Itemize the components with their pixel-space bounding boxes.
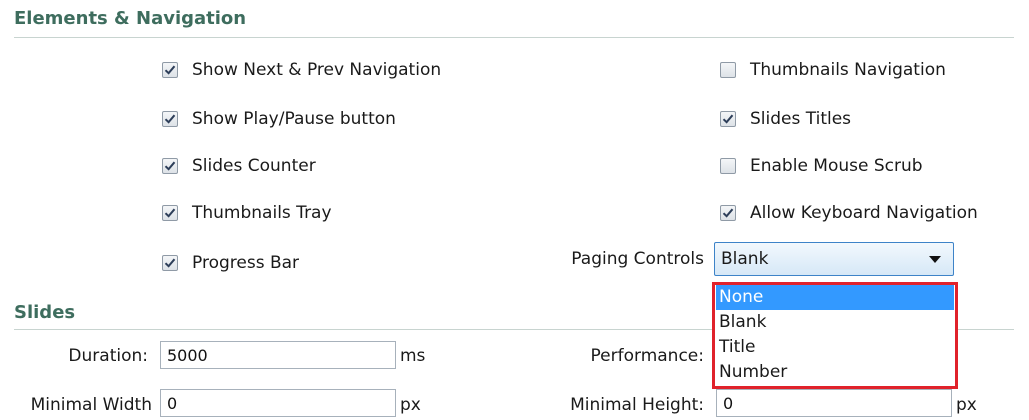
paging-controls-label: Paging Controls (571, 249, 704, 269)
slides-titles-option[interactable]: Slides Titles (720, 109, 851, 129)
checkmark-icon (164, 258, 176, 268)
checkbox[interactable] (162, 255, 178, 271)
minimal-height-label: Minimal Height: (570, 395, 704, 415)
performance-label: Performance: (590, 346, 704, 366)
show-next-prev-option[interactable]: Show Next & Prev Navigation (162, 60, 441, 80)
checkmark-icon (164, 114, 176, 124)
checkbox-label: Enable Mouse Scrub (750, 156, 923, 176)
checkbox-label: Allow Keyboard Navigation (750, 203, 978, 223)
paging-controls-select[interactable]: Blank (714, 242, 954, 276)
chevron-down-icon[interactable] (929, 255, 941, 263)
checkbox[interactable] (720, 205, 736, 221)
paging-controls-dropdown[interactable]: None Blank Title Number (712, 282, 958, 389)
section-title-elements: Elements & Navigation (14, 8, 247, 29)
thumbnails-tray-option[interactable]: Thumbnails Tray (162, 203, 332, 223)
minimal-width-unit: px (400, 395, 421, 415)
checkbox[interactable] (162, 205, 178, 221)
checkbox[interactable] (720, 158, 736, 174)
duration-label: Duration: (68, 346, 148, 366)
minimal-height-input[interactable] (716, 389, 952, 417)
allow-keyboard-navigation-option[interactable]: Allow Keyboard Navigation (720, 203, 978, 223)
duration-unit: ms (400, 346, 426, 366)
checkbox[interactable] (720, 62, 736, 78)
thumbnails-navigation-option[interactable]: Thumbnails Navigation (720, 60, 946, 80)
checkmark-icon (722, 208, 734, 218)
checkbox-label: Slides Titles (750, 109, 852, 129)
minimal-width-input[interactable] (160, 389, 396, 417)
checkmark-icon (164, 161, 176, 171)
slides-counter-option[interactable]: Slides Counter (162, 156, 316, 176)
dropdown-option[interactable]: Number (716, 360, 954, 385)
enable-mouse-scrub-option[interactable]: Enable Mouse Scrub (720, 156, 923, 176)
checkbox[interactable] (162, 62, 178, 78)
progress-bar-option[interactable]: Progress Bar (162, 253, 299, 273)
checkbox[interactable] (162, 111, 178, 127)
checkbox-label: Thumbnails Tray (192, 203, 332, 223)
checkmark-icon (164, 65, 176, 75)
dropdown-option[interactable]: None (716, 285, 954, 310)
checkbox-label: Thumbnails Navigation (750, 60, 946, 80)
dropdown-option[interactable]: Title (716, 335, 954, 360)
checkbox-label: Show Next & Prev Navigation (192, 60, 442, 80)
checkbox[interactable] (720, 111, 736, 127)
duration-input[interactable] (160, 341, 396, 369)
checkbox-label: Progress Bar (192, 253, 300, 273)
checkbox-label: Slides Counter (192, 156, 316, 176)
select-value: Blank (721, 249, 769, 269)
minimal-width-label: Minimal Width (30, 395, 152, 415)
checkbox-label: Show Play/Pause button (192, 109, 396, 129)
dropdown-option[interactable]: Blank (716, 310, 954, 335)
show-play-pause-option[interactable]: Show Play/Pause button (162, 109, 396, 129)
checkbox[interactable] (162, 158, 178, 174)
section-title-slides: Slides (14, 302, 76, 323)
section-divider (14, 37, 1014, 38)
checkmark-icon (722, 114, 734, 124)
minimal-height-unit: px (956, 395, 977, 415)
checkmark-icon (164, 208, 176, 218)
